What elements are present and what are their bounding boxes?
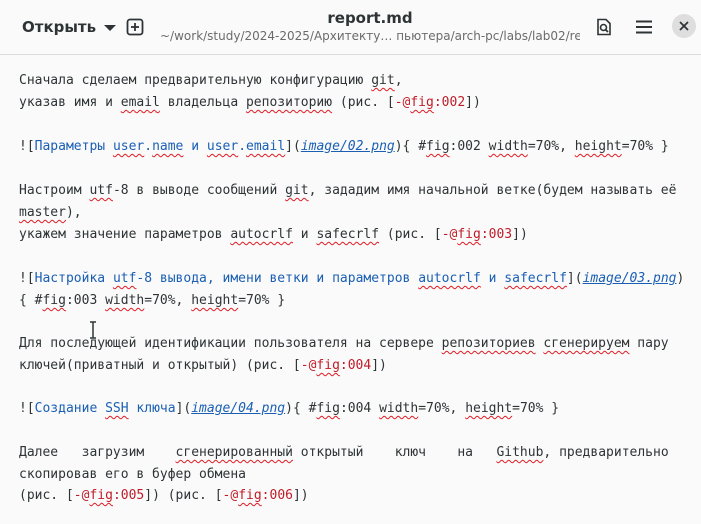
text-editor-area[interactable]: Сначала сделаем предварительную конфигур… — [0, 55, 701, 524]
document-title: report.md — [327, 9, 413, 27]
text-line: указав имя и email владельца репозиторию… — [19, 95, 481, 110]
header-bar: Открыть report.md ~/work/study/2024-2025… — [0, 0, 701, 55]
main-menu-button[interactable] — [630, 13, 658, 41]
text-line: ключей(приватный и открытый) (рис. [-@fi… — [19, 358, 387, 373]
search-button[interactable] — [590, 13, 618, 41]
document-path: ~/work/study/2024-2025/Архитекту… пьютер… — [160, 29, 580, 43]
text-line: Для последующей идентификации пользовате… — [19, 336, 669, 351]
text-line: укажем значение параметров autocrlf и sa… — [19, 227, 528, 242]
text-cursor-icon — [90, 321, 96, 339]
close-window-button[interactable] — [672, 14, 696, 38]
close-icon — [679, 21, 689, 31]
text-line: скопировав его в буфер обмена — [19, 467, 246, 482]
new-tab-icon — [126, 18, 144, 36]
open-button-label: Открыть — [22, 18, 97, 36]
new-tab-button[interactable] — [121, 13, 149, 41]
text-editor-window: Открыть report.md ~/work/study/2024-2025… — [0, 0, 701, 524]
document-search-icon — [597, 18, 611, 36]
window-title-area: report.md ~/work/study/2024-2025/Архитек… — [160, 8, 580, 44]
chevron-down-icon — [104, 25, 117, 31]
text-line: ![Создание SSH ключа](image/04.png){ #fi… — [19, 401, 560, 416]
text-line: Настроим utf-8 в выводе сообщений git, з… — [19, 183, 677, 198]
text-line: master), — [19, 205, 82, 220]
text-line: Далее загрузим сгенерированный открытый … — [19, 445, 669, 460]
text-line: Сначала сделаем предварительную конфигур… — [19, 73, 403, 88]
open-button[interactable]: Открыть — [13, 12, 117, 42]
text-line: (рис. [-@fig:005]) (рис. [-@fig:006]) — [19, 488, 309, 503]
text-line: ![Настройка utf-8 вывода, имени ветки и … — [19, 271, 685, 286]
text-line: ![Параметры user.name и user.email](imag… — [19, 139, 669, 154]
text-line: { #fig:003 width=70%, height=70% } — [19, 293, 286, 308]
hamburger-menu-icon — [636, 20, 652, 34]
